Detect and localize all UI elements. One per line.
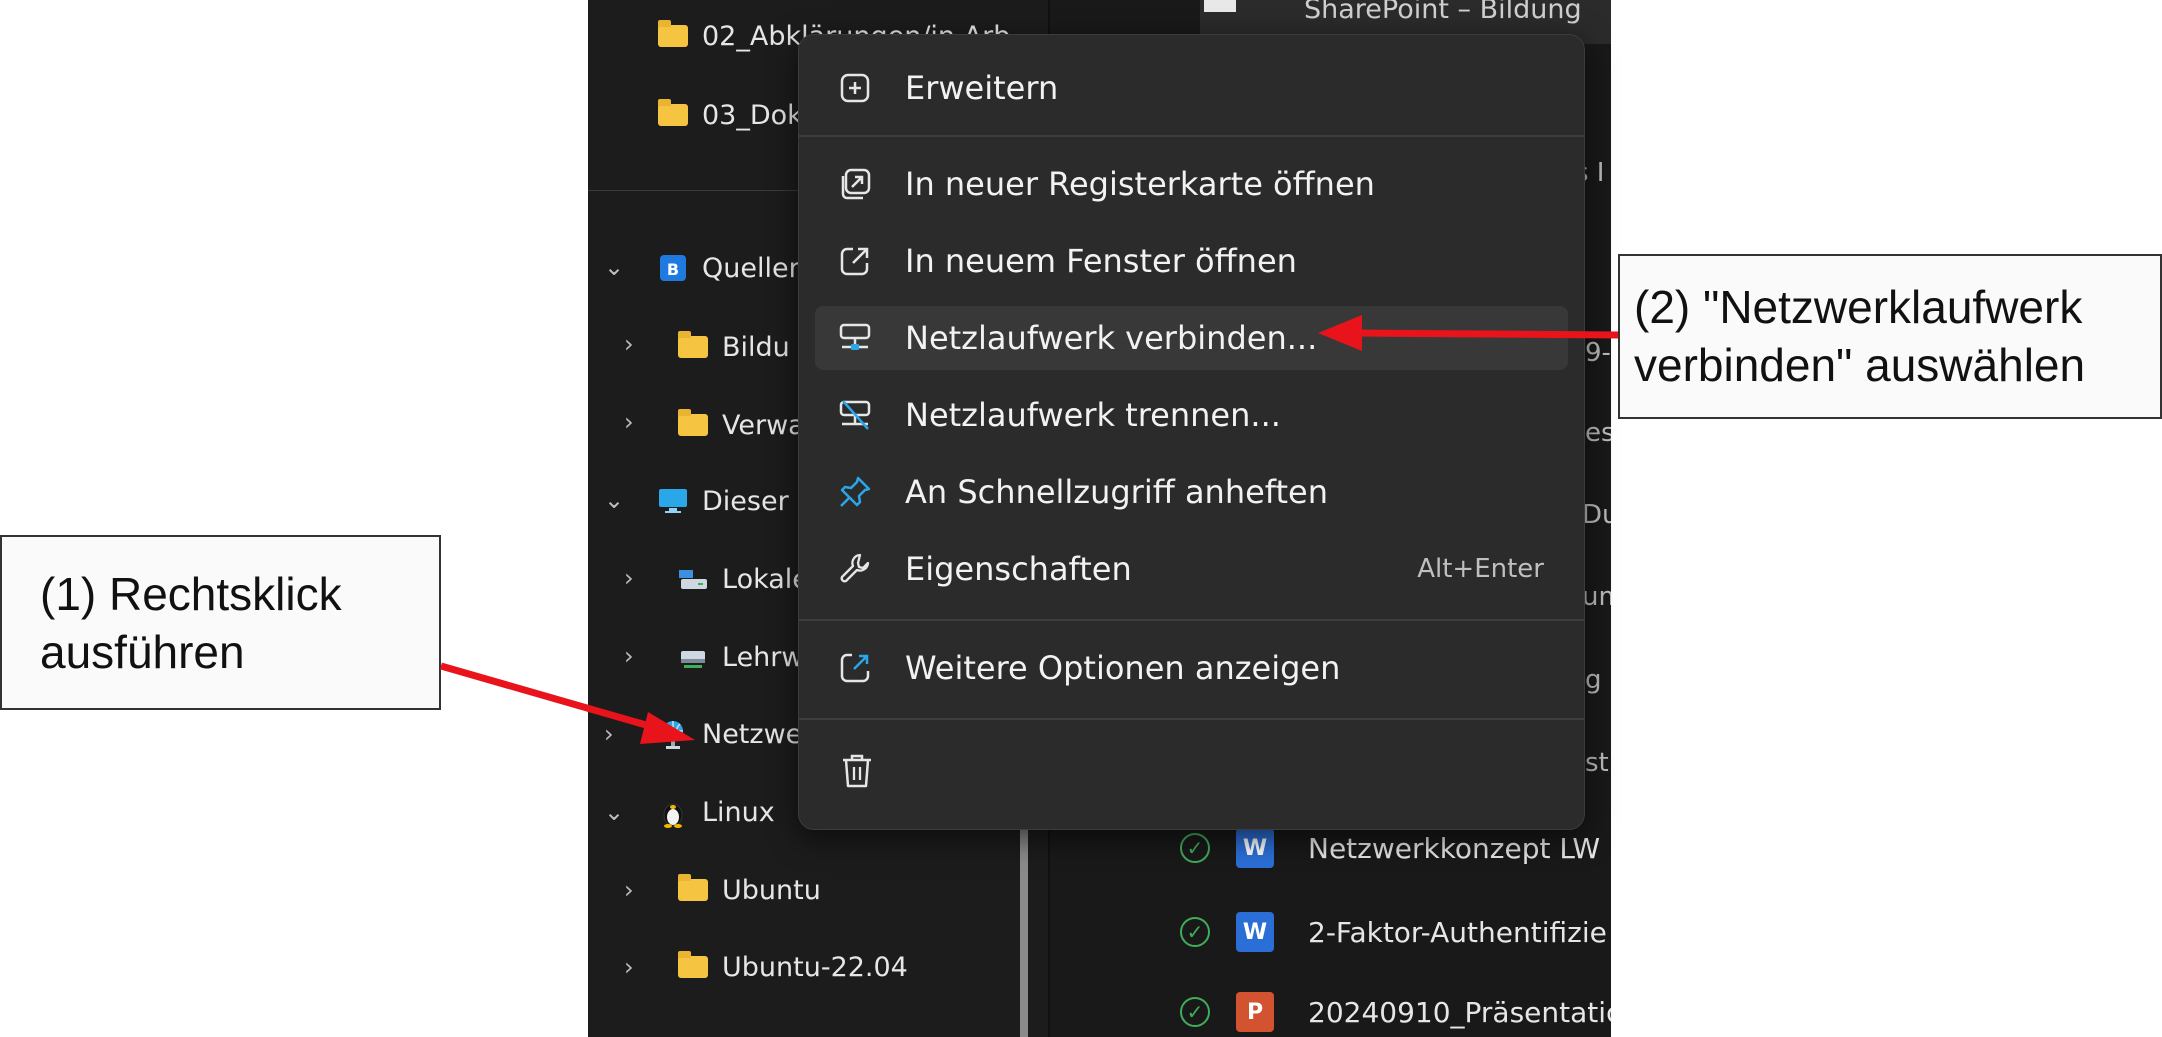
arrow-head xyxy=(1318,315,1362,351)
arrow-to-map-drive-item xyxy=(1354,329,1619,339)
arrow-to-network-item xyxy=(440,662,661,733)
arrow-head xyxy=(640,712,695,744)
annotation-arrows xyxy=(440,315,1619,744)
